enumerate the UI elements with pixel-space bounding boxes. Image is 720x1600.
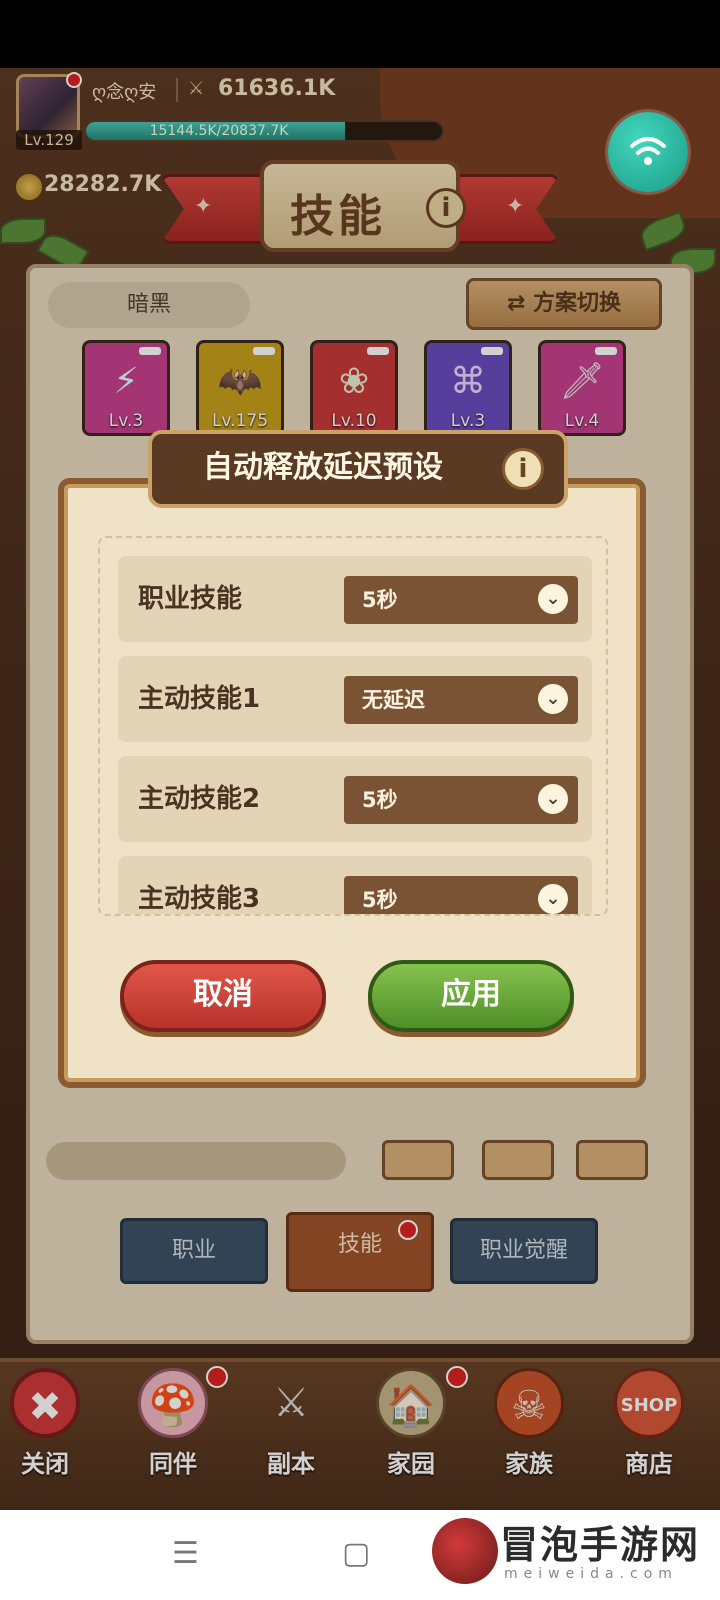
chevron-down-icon: ⌄	[538, 684, 568, 714]
delay-dropdown[interactable]: 5秒 ⌄	[344, 776, 578, 824]
delay-dropdown[interactable]: 5秒 ⌄	[344, 876, 578, 914]
list-item: 主动技能2 5秒 ⌄	[118, 756, 592, 842]
setting-label: 主动技能1	[138, 684, 261, 714]
chevron-down-icon: ⌄	[538, 884, 568, 914]
wifi-button[interactable]	[608, 112, 688, 192]
list-item: 主动技能3 5秒 ⌄	[118, 856, 592, 914]
delay-settings-list[interactable]: 职业技能 5秒 ⌄ 主动技能1 无延迟 ⌄ 主动技能2 5秒 ⌄ 主动技能3 5秒 ⌄	[98, 536, 608, 916]
dropdown-value: 5秒	[362, 788, 398, 812]
delay-dropdown[interactable]: 无延迟 ⌄	[344, 676, 578, 724]
menu-icon[interactable]: ☰	[172, 1536, 199, 1571]
setting-label: 主动技能3	[138, 884, 261, 914]
dialog-title: 自动释放延迟预设	[203, 450, 443, 485]
setting-label: 职业技能	[138, 584, 243, 614]
home-square-icon[interactable]: ▢	[342, 1536, 370, 1571]
chevron-down-icon: ⌄	[538, 784, 568, 814]
watermark-brand: 冒泡手游网	[500, 1522, 701, 1567]
setting-label: 主动技能2	[138, 784, 261, 814]
apply-button[interactable]: 应用	[368, 960, 574, 1032]
dropdown-value: 5秒	[362, 888, 398, 912]
chevron-down-icon: ⌄	[538, 584, 568, 614]
info-icon[interactable]: i	[502, 448, 544, 490]
dropdown-value: 无延迟	[362, 688, 425, 712]
watermark-logo	[432, 1518, 498, 1584]
list-item: 职业技能 5秒 ⌄	[118, 556, 592, 642]
list-item: 主动技能1 无延迟 ⌄	[118, 656, 592, 742]
delay-dropdown[interactable]: 5秒 ⌄	[344, 576, 578, 624]
wifi-icon	[630, 137, 666, 165]
watermark-url: meiweida.com	[504, 1566, 678, 1582]
cancel-button[interactable]: 取消	[120, 960, 326, 1032]
game-screen: Lv.129 ღ念ღ安 ⚔ 61636.1K 15144.5K/20837.7K…	[0, 68, 720, 1510]
dropdown-value: 5秒	[362, 588, 398, 612]
watermark: 冒泡手游网 meiweida.com	[426, 1512, 716, 1596]
